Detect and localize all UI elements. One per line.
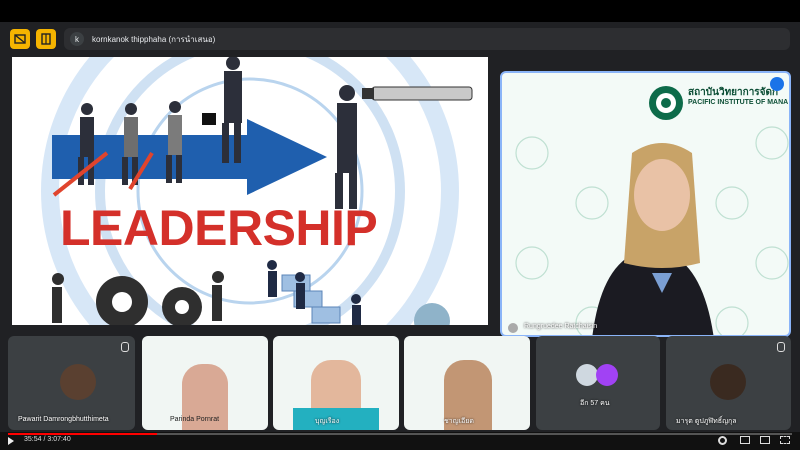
speaker-org-thai: สถาบันวิทยาการจัดก: [688, 87, 779, 98]
slide-title: LEADERSHIP: [60, 200, 378, 256]
participant-tile[interactable]: Parinda Pornrat: [142, 336, 268, 430]
time-display: 35:54 / 3:07:40: [24, 436, 71, 443]
active-speaker-tile[interactable]: สถาบันวิทยาการจัดก PACIFIC INSTITUTE OF …: [500, 71, 791, 337]
participant-name: Parinda Pornrat: [170, 416, 220, 423]
participant-name: Pawarit Damrongbhutthimeta: [18, 416, 109, 423]
presenting-banner: k kornkanok thipphaha (การนำเสนอ): [64, 28, 790, 50]
seek-bar[interactable]: [8, 433, 792, 435]
more-participants-tile[interactable]: อีก 57 คน: [536, 336, 660, 430]
presenting-label: kornkanok thipphaha (การนำเสนอ): [92, 34, 216, 44]
mic-off-icon: [121, 342, 129, 352]
browser-top-bar: [0, 0, 800, 22]
participant-name: บุญเรือง: [315, 418, 340, 425]
theater-icon[interactable]: [760, 436, 770, 444]
speaking-indicator-icon: [770, 77, 784, 91]
participant-tile[interactable]: ชาญเอียด: [404, 336, 530, 430]
mic-off-icon: [777, 342, 785, 352]
meeting-view: k kornkanok thipphaha (การนำเสนอ) LEADER…: [0, 22, 800, 432]
avatar: [596, 364, 618, 386]
seek-progress: [8, 433, 157, 435]
participant-tile[interactable]: มารุต ตูปภูฬิทธิ์ญกุล: [666, 336, 791, 430]
miniplayer-icon[interactable]: [740, 436, 750, 444]
participant-name: ชาญเอียด: [444, 418, 474, 425]
slide-illustration: [41, 57, 473, 325]
speaker-org-en: PACIFIC INSTITUTE OF MANA: [688, 99, 789, 106]
speaker-name: Rungruedee Ratchaisin: [524, 323, 598, 330]
pin-presentation-button[interactable]: [10, 29, 30, 49]
mic-icon: [508, 323, 518, 333]
layout-icon: [41, 33, 51, 45]
avatar: [710, 364, 746, 400]
more-participants-label: อีก 57 คน: [580, 400, 610, 407]
screen-share-icon: [14, 34, 26, 44]
shared-slide: LEADERSHIP: [12, 57, 488, 325]
settings-icon[interactable]: [718, 436, 727, 445]
participant-tile[interactable]: Pawarit Damrongbhutthimeta: [8, 336, 135, 430]
layout-button[interactable]: [36, 29, 56, 49]
play-icon[interactable]: [8, 437, 14, 445]
participant-name: มารุต ตูปภูฬิทธิ์ญกุล: [676, 418, 737, 425]
avatar: [576, 364, 598, 386]
presenter-avatar: k: [70, 32, 84, 46]
fullscreen-icon[interactable]: [780, 436, 790, 444]
speaker-video: [515, 86, 789, 335]
avatar: [60, 364, 96, 400]
video-player-controls: 35:54 / 3:07:40: [0, 432, 800, 450]
participant-tile[interactable]: บุญเรือง: [273, 336, 399, 430]
